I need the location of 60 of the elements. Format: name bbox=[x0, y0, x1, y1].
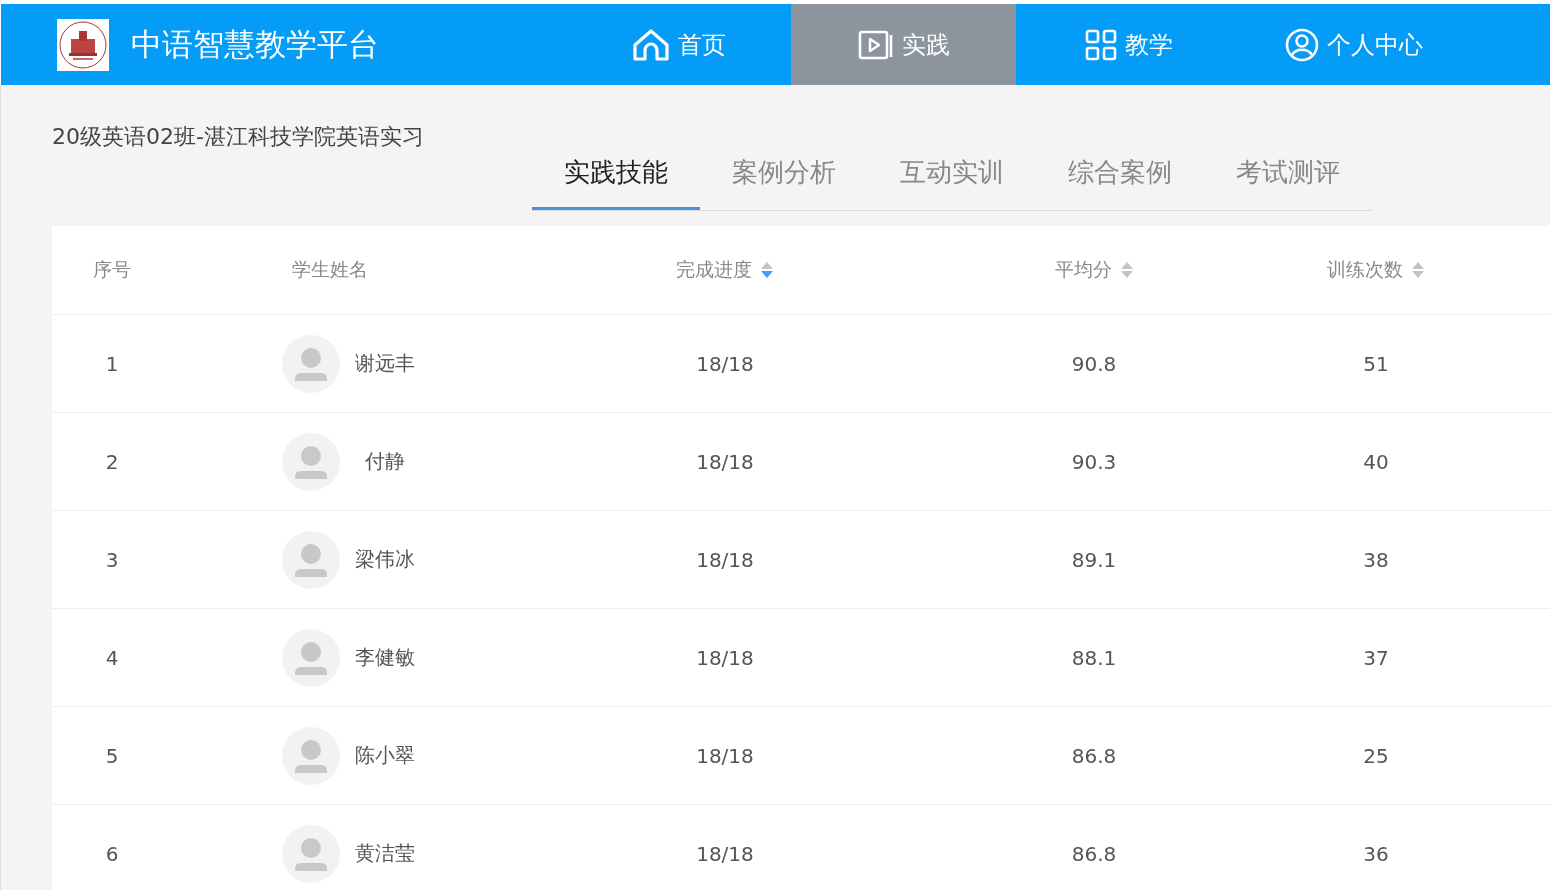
nav-item[interactable]: 首页 bbox=[566, 4, 791, 85]
nav-item[interactable]: 个人中心 bbox=[1241, 4, 1466, 85]
video-icon bbox=[857, 29, 894, 60]
avatar-icon bbox=[282, 628, 340, 687]
table-cell: 86.8 bbox=[1071, 841, 1117, 866]
table-cell: 40 bbox=[1363, 449, 1389, 474]
column-header[interactable]: 训练次数 bbox=[1327, 257, 1403, 283]
table-cell: 18/18 bbox=[696, 547, 754, 572]
column-header[interactable]: 完成进度 bbox=[676, 257, 752, 283]
grid-icon bbox=[1084, 28, 1117, 61]
table-cell: 2 bbox=[105, 449, 119, 474]
site-title: 中语智慧教学平台 bbox=[131, 24, 380, 64]
table-cell: 18/18 bbox=[696, 449, 754, 474]
nav-item[interactable]: 教学 bbox=[1016, 4, 1241, 85]
course-title: 20级英语02班-湛江科技学院英语实习 bbox=[52, 123, 425, 151]
avatar-icon bbox=[282, 726, 340, 785]
tab[interactable]: 考试测评 bbox=[1204, 152, 1372, 210]
table-cell: 18/18 bbox=[696, 645, 754, 670]
tab[interactable]: 实践技能 bbox=[532, 152, 700, 210]
table-cell: 6 bbox=[105, 841, 119, 866]
table-cell: 38 bbox=[1363, 547, 1389, 572]
home-icon bbox=[631, 27, 670, 62]
table-cell: 18/18 bbox=[696, 351, 754, 376]
student-name: 付静 bbox=[364, 448, 406, 475]
user-icon bbox=[1284, 27, 1319, 62]
column-header: 学生姓名 bbox=[292, 257, 368, 282]
table-cell: 1 bbox=[105, 351, 119, 376]
table-cell: 88.1 bbox=[1071, 645, 1117, 670]
sort-icon[interactable] bbox=[1411, 261, 1425, 279]
table-cell: 4 bbox=[105, 645, 119, 670]
nav-item[interactable]: 实践 bbox=[791, 4, 1016, 85]
table-cell: 90.3 bbox=[1071, 449, 1117, 474]
avatar-icon bbox=[282, 334, 340, 393]
column-header[interactable]: 平均分 bbox=[1054, 257, 1112, 283]
tab[interactable]: 互动实训 bbox=[868, 152, 1036, 210]
logo-icon bbox=[57, 18, 109, 71]
tab[interactable]: 案例分析 bbox=[700, 152, 868, 210]
student-name: 李健敏 bbox=[354, 644, 416, 671]
table-cell: 18/18 bbox=[696, 841, 754, 866]
table-cell: 18/18 bbox=[696, 743, 754, 768]
student-name: 黄洁莹 bbox=[354, 840, 416, 867]
student-name: 谢远丰 bbox=[354, 350, 416, 377]
tab[interactable]: 综合案例 bbox=[1036, 152, 1204, 210]
column-header: 序号 bbox=[93, 257, 131, 282]
avatar-icon bbox=[282, 530, 340, 589]
table-cell: 51 bbox=[1363, 351, 1389, 376]
sort-icon[interactable] bbox=[760, 261, 774, 279]
table-cell: 3 bbox=[105, 547, 119, 572]
table-cell: 37 bbox=[1363, 645, 1389, 670]
table-cell: 89.1 bbox=[1071, 547, 1117, 572]
avatar-icon bbox=[282, 432, 340, 491]
table-cell: 5 bbox=[105, 743, 119, 768]
student-name: 陈小翠 bbox=[354, 742, 416, 769]
sort-icon[interactable] bbox=[1119, 261, 1134, 279]
table-cell: 36 bbox=[1363, 841, 1389, 866]
avatar-icon bbox=[282, 824, 340, 883]
student-name: 梁伟冰 bbox=[354, 546, 416, 573]
table-cell: 90.8 bbox=[1071, 351, 1117, 376]
table-cell: 25 bbox=[1363, 743, 1389, 768]
table-cell: 86.8 bbox=[1071, 743, 1117, 768]
